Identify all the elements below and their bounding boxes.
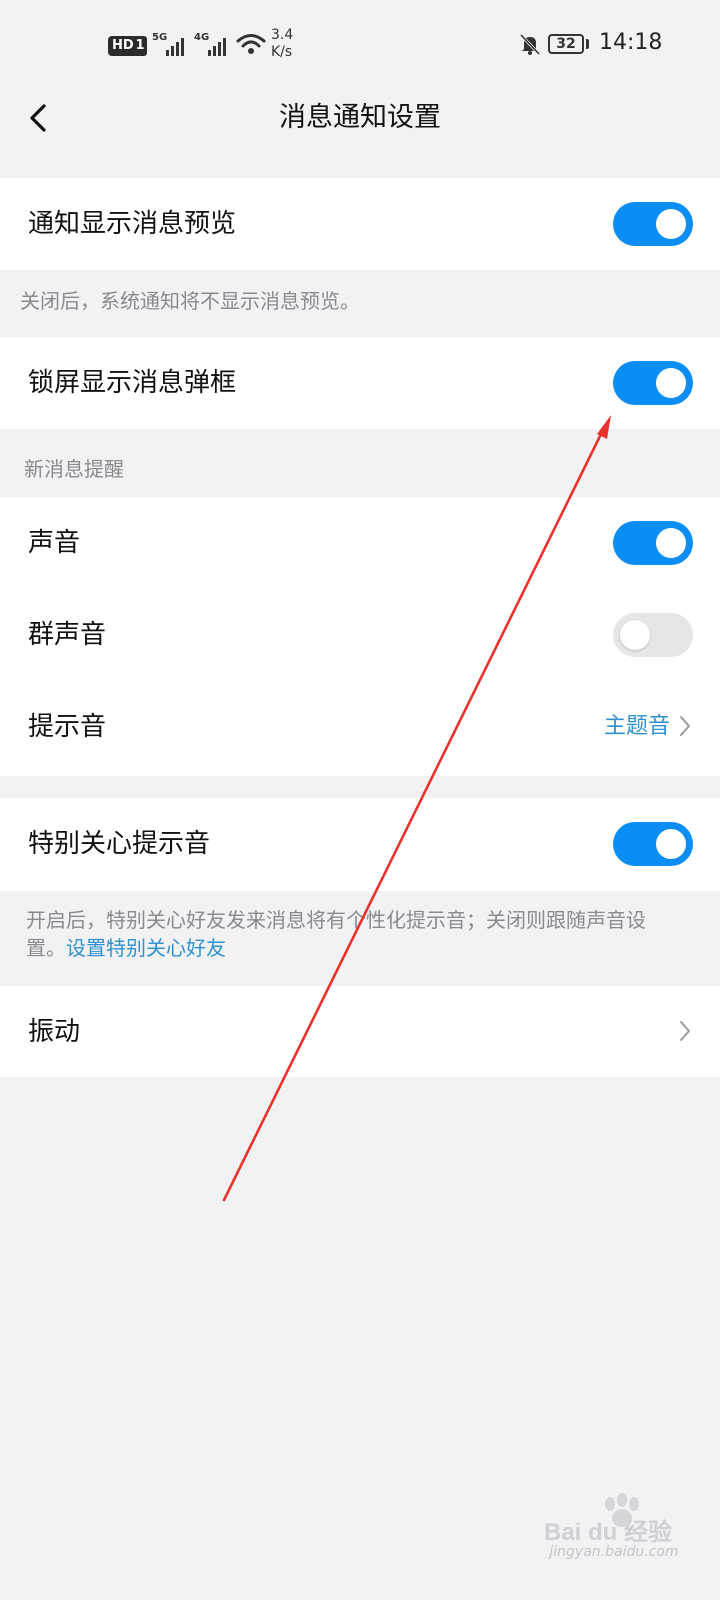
nav-bar: 消息通知设置: [0, 90, 720, 180]
section-title-new-message: 新消息提醒: [24, 457, 124, 481]
setting-label: 群声音: [28, 620, 107, 650]
sound-toggle[interactable]: [613, 521, 693, 565]
chevron-right-icon: [680, 1021, 690, 1041]
group-sound-toggle[interactable]: [613, 613, 693, 657]
setting-row-special-tone: 特别关心提示音: [0, 798, 720, 891]
wifi-icon: [236, 34, 266, 54]
page-title: 消息通知设置: [279, 102, 441, 133]
paw-logo-icon: Bai du 经验: [544, 1493, 672, 1546]
tone-value: 主题音: [603, 714, 670, 739]
preview-note: 关闭后，系统通知将不显示消息预览。: [20, 289, 360, 313]
setting-label: 锁屏显示消息弹框: [28, 368, 237, 398]
special-note: 开启后，特别关心好友发来消息将有个性化提示音；关闭则跟随声音设置。设置特别关心好…: [26, 908, 646, 960]
status-bar: HD 1 5G 4G 3.4 K/s 32 14:18: [0, 0, 720, 90]
setting-row-tone[interactable]: 提示音 主题音: [0, 681, 720, 776]
setting-label: 振动: [28, 1017, 81, 1047]
lockscreen-toggle[interactable]: [613, 361, 693, 405]
setting-label: 特别关心提示音: [28, 829, 211, 859]
chevron-right-icon: [680, 716, 690, 736]
network-speed: 3.4 K/s: [271, 27, 294, 60]
status-time: 14:18: [599, 30, 663, 55]
setting-row-preview: 通知显示消息预览: [0, 178, 720, 270]
battery-icon: 32: [548, 34, 584, 54]
setting-label: 通知显示消息预览: [28, 209, 237, 239]
sim-icon: 1: [133, 36, 147, 56]
preview-toggle[interactable]: [613, 202, 693, 246]
special-tone-toggle[interactable]: [613, 822, 693, 866]
watermark-url: jingyan.baidu.com: [549, 1544, 679, 1560]
setting-label: 提示音: [28, 712, 107, 742]
special-care-link[interactable]: 设置特别关心好友: [66, 936, 226, 960]
watermark-brand: Bai du 经验: [544, 1518, 672, 1544]
setting-row-vibrate[interactable]: 振动: [0, 986, 720, 1077]
battery-tip: [586, 39, 589, 49]
baidu-watermark: Bai du 经验 jingyan.baidu.com: [544, 1484, 684, 1580]
setting-label: 声音: [28, 528, 81, 558]
bell-muted-icon: [519, 33, 541, 56]
setting-row-lockscreen: 锁屏显示消息弹框: [0, 337, 720, 429]
setting-row-sound: 声音: [0, 497, 720, 589]
setting-row-group-sound: 群声音: [0, 589, 720, 681]
